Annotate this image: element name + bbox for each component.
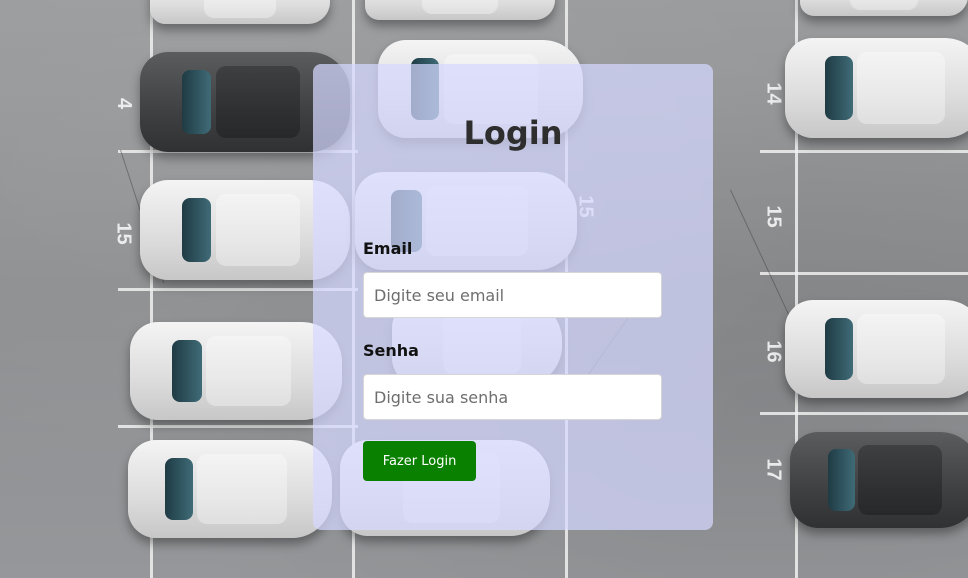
parked-car [800, 0, 968, 16]
login-page: 4 15 15 16 17 15 14 [0, 0, 968, 578]
lot-number: 15 [112, 222, 135, 245]
parked-car [785, 300, 968, 398]
email-field[interactable] [363, 272, 662, 318]
parked-car [128, 440, 332, 538]
parking-stripe [760, 412, 968, 415]
lot-number: 14 [762, 82, 785, 105]
parking-stripe [760, 150, 968, 153]
parked-car [790, 432, 968, 528]
parked-car [785, 38, 968, 138]
login-button[interactable]: Fazer Login [363, 441, 476, 481]
login-form: Login Email Senha Fazer Login [313, 64, 713, 530]
lot-number: 4 [113, 97, 136, 110]
lot-number: 17 [762, 458, 785, 481]
password-field[interactable] [363, 374, 662, 420]
parked-car [130, 322, 342, 420]
parked-car [365, 0, 555, 20]
page-title: Login [463, 114, 563, 152]
lot-number: 15 [762, 205, 785, 228]
password-label: Senha [363, 341, 419, 360]
lot-number: 16 [762, 340, 785, 363]
email-label: Email [363, 239, 413, 258]
parked-car [150, 0, 330, 24]
parking-stripe [760, 272, 968, 275]
